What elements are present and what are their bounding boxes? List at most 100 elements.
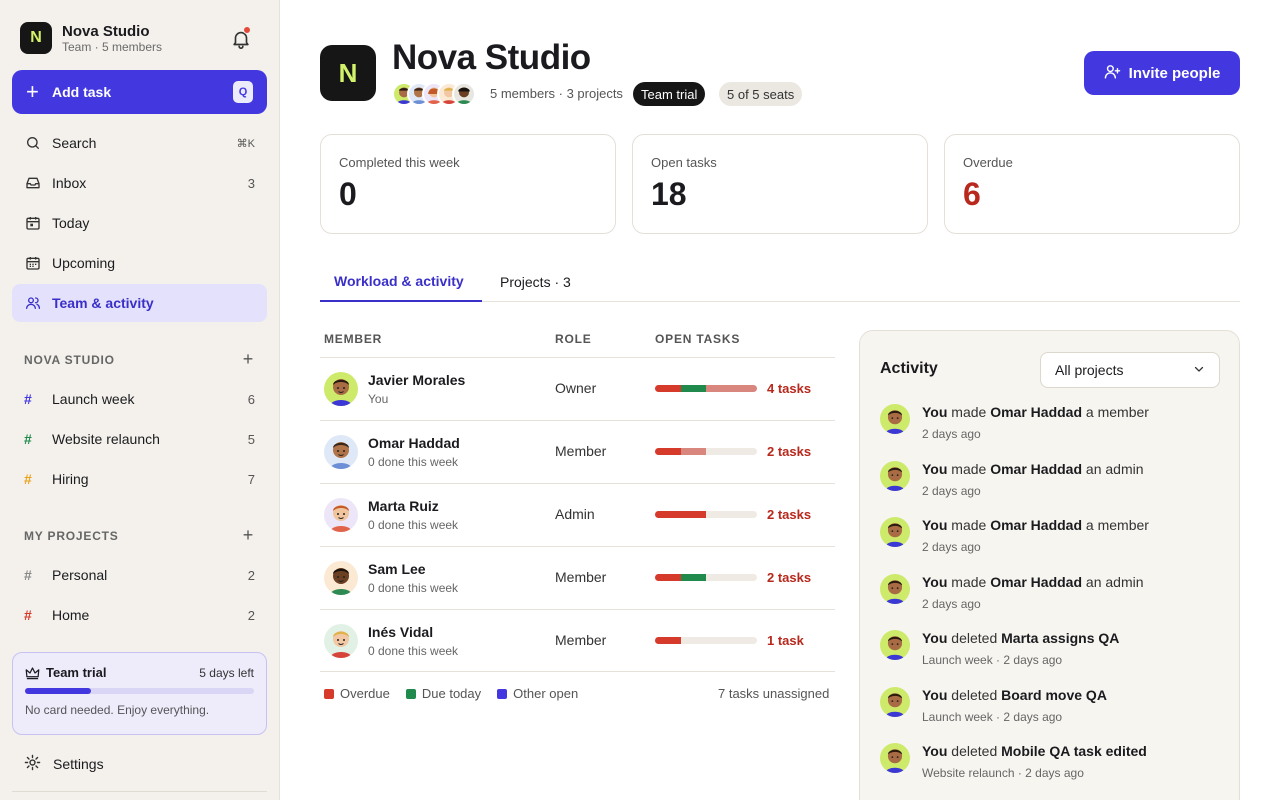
member-name: Sam Lee bbox=[368, 561, 426, 577]
activity-object[interactable]: Mobile QA task edited bbox=[1001, 743, 1147, 759]
nav-inbox[interactable]: Inbox 3 bbox=[12, 164, 267, 202]
member-name: Inés Vidal bbox=[368, 624, 434, 640]
section-title: NOVA STUDIO bbox=[24, 352, 115, 367]
add-project-button[interactable]: + bbox=[243, 525, 254, 546]
activity-item: You deleted Board move QA Launch week · 2… bbox=[880, 686, 1220, 737]
tab-workload-activity[interactable]: Workload & activity bbox=[320, 262, 482, 302]
inbox-count: 3 bbox=[247, 175, 255, 191]
legend-swatch bbox=[405, 688, 416, 699]
column-header-member[interactable]: MEMBER bbox=[324, 332, 382, 346]
tab-projects[interactable]: Projects · 3 bbox=[486, 262, 585, 302]
section-title: MY PROJECTS bbox=[24, 528, 119, 543]
project-count: 2 bbox=[247, 607, 255, 623]
activity-meta: Launch week · 2 days ago bbox=[922, 653, 1063, 667]
tab-bar: Workload & activity Projects · 3 bbox=[320, 262, 1240, 302]
trial-title: Team trial bbox=[46, 665, 107, 680]
nav-team-activity[interactable]: Team & activity bbox=[12, 284, 267, 322]
project-label: Website relaunch bbox=[52, 431, 160, 447]
activity-suffix: an admin bbox=[1082, 573, 1144, 590]
avatar bbox=[324, 561, 358, 595]
table-row[interactable]: Inés Vidal 0 done this week Member 1 task bbox=[320, 609, 835, 672]
avatar bbox=[452, 82, 476, 106]
search-shortcut: ⌘K bbox=[236, 137, 255, 150]
stat-completed: Completed this week 0 bbox=[320, 134, 616, 234]
table-row[interactable]: Sam Lee 0 done this week Member 2 tasks bbox=[320, 546, 835, 609]
legend-swatch bbox=[497, 688, 508, 699]
table-row[interactable]: Marta Ruiz 0 done this week Admin 2 tasks bbox=[320, 483, 835, 546]
nav-search[interactable]: Search ⌘K bbox=[12, 124, 267, 162]
trial-days-left: 5 days left bbox=[199, 665, 254, 680]
project-hiring[interactable]: # Hiring 7 bbox=[12, 460, 267, 498]
activity-object[interactable]: Omar Haddad bbox=[990, 461, 1082, 477]
stat-label: Completed this week bbox=[339, 155, 460, 170]
add-task-shortcut: Q bbox=[233, 81, 253, 103]
task-count[interactable]: 2 tasks bbox=[767, 570, 811, 585]
task-count[interactable]: 4 tasks bbox=[767, 381, 811, 396]
activity-verb: made bbox=[947, 460, 991, 477]
workspace-switcher[interactable]: N Nova Studio Team · 5 members bbox=[20, 22, 162, 54]
task-count[interactable]: 2 tasks bbox=[767, 507, 811, 522]
notification-dot bbox=[243, 26, 251, 34]
task-count[interactable]: 2 tasks bbox=[767, 444, 811, 459]
project-home[interactable]: # Home 2 bbox=[12, 596, 267, 634]
project-website-relaunch[interactable]: # Website relaunch 5 bbox=[12, 420, 267, 458]
avatar bbox=[880, 573, 910, 604]
member-avatars[interactable] bbox=[392, 82, 476, 106]
avatar bbox=[880, 404, 910, 434]
search-icon bbox=[24, 134, 42, 152]
hash-icon: # bbox=[24, 471, 32, 487]
add-task-button[interactable]: + Add task Q bbox=[12, 70, 267, 114]
activity-suffix: an admin bbox=[1082, 460, 1144, 477]
plus-icon: + bbox=[26, 79, 39, 104]
workload-bar bbox=[655, 511, 757, 518]
member-name: Marta Ruiz bbox=[368, 498, 439, 514]
project-label: Hiring bbox=[52, 471, 89, 487]
project-label: Personal bbox=[52, 567, 108, 583]
divider bbox=[12, 791, 267, 792]
stat-value: 6 bbox=[963, 176, 981, 212]
activity-object[interactable]: Omar Haddad bbox=[990, 517, 1082, 533]
nav-today[interactable]: Today bbox=[12, 204, 267, 242]
nav-upcoming[interactable]: Upcoming bbox=[12, 244, 267, 282]
activity-text: You made Omar Haddad an admin bbox=[922, 461, 1144, 477]
activity-object[interactable]: Omar Haddad bbox=[990, 574, 1082, 590]
activity-verb: deleted bbox=[947, 686, 1002, 703]
seats-pill: 5 of 5 seats bbox=[719, 82, 803, 106]
activity-text: You deleted Board move QA bbox=[922, 687, 1107, 703]
add-project-button[interactable]: + bbox=[243, 349, 254, 370]
activity-verb: made bbox=[947, 517, 991, 533]
activity-object[interactable]: Omar Haddad bbox=[990, 404, 1082, 420]
project-personal[interactable]: # Personal 2 bbox=[12, 556, 267, 594]
column-header-role[interactable]: ROLE bbox=[555, 332, 592, 346]
team-meta: 5 members · 3 projects bbox=[490, 86, 623, 101]
table-row[interactable]: Javier Morales You Owner 4 tasks bbox=[320, 357, 835, 420]
unassigned-count[interactable]: 7 tasks unassigned bbox=[718, 686, 829, 701]
table-row[interactable]: Omar Haddad 0 done this week Member 2 tasks bbox=[320, 420, 835, 483]
activity-object[interactable]: Marta assigns QA bbox=[1001, 630, 1119, 646]
trial-card[interactable]: Team trial 5 days left No card needed. E… bbox=[12, 652, 267, 735]
project-launch-week[interactable]: # Launch week 6 bbox=[12, 380, 267, 418]
invite-people-button[interactable]: Invite people bbox=[1084, 51, 1240, 95]
member-role: Owner bbox=[555, 380, 597, 396]
activity-filter-select[interactable]: All projects bbox=[1040, 352, 1220, 388]
activity-item: You made Omar Haddad an admin 2 days ago bbox=[880, 460, 1220, 511]
activity-meta: 2 days ago bbox=[922, 540, 981, 554]
activity-object[interactable]: Board move QA bbox=[1001, 687, 1107, 703]
crown-icon bbox=[25, 666, 40, 679]
legend-label: Due today bbox=[421, 686, 482, 701]
invite-label: Invite people bbox=[1128, 64, 1221, 82]
legend-swatch bbox=[324, 688, 334, 699]
gear-icon bbox=[24, 754, 41, 774]
activity-suffix: a member bbox=[1082, 404, 1149, 420]
task-count[interactable]: 1 task bbox=[767, 633, 804, 648]
activity-text: You deleted Mobile QA task edited bbox=[922, 743, 1147, 759]
column-header-open-tasks[interactable]: OPEN TASKS bbox=[655, 332, 740, 346]
member-role: Member bbox=[555, 443, 607, 459]
workload-segment bbox=[655, 637, 681, 644]
activity-text: You made Omar Haddad a member bbox=[922, 517, 1149, 533]
settings-link[interactable]: Settings bbox=[24, 754, 104, 774]
workload-segment bbox=[680, 574, 706, 581]
hash-icon: # bbox=[24, 431, 32, 447]
activity-meta: 2 days ago bbox=[922, 596, 981, 611]
member-subtitle: You bbox=[368, 392, 389, 406]
